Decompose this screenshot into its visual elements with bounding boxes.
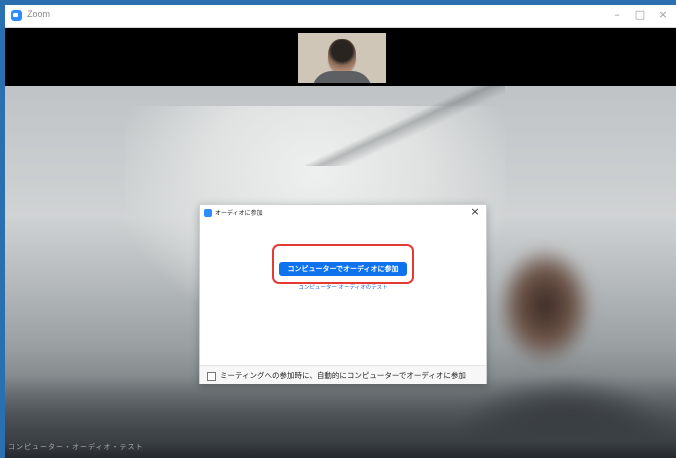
window-title: Zoom xyxy=(27,9,51,19)
participant-head xyxy=(328,39,356,73)
minimize-button[interactable]: – xyxy=(607,7,627,23)
title-bar: Zoom – □ × xyxy=(5,5,676,28)
test-computer-audio-link[interactable]: コンピューター オーディオのテスト xyxy=(200,283,486,291)
overlay-caption: コンピューター・オーディオ・テスト xyxy=(8,443,144,451)
dialog-footer: ミーティングへの参加時に、自動的にコンピューターでオーディオに参加 xyxy=(200,365,486,384)
zoom-dialog-icon xyxy=(204,209,212,217)
join-audio-dialog: オーディオに参加 × コンピューターでオーディオに参加 コンピューター オーディ… xyxy=(199,204,487,384)
participant-shoulders xyxy=(312,71,372,83)
participant-video-thumbnail[interactable] xyxy=(298,33,386,83)
close-window-button[interactable]: × xyxy=(653,7,673,23)
close-icon[interactable]: × xyxy=(468,205,482,219)
participant-strip xyxy=(5,28,676,86)
auto-join-audio-label[interactable]: ミーティングへの参加時に、自動的にコンピューターでオーディオに参加 xyxy=(220,370,466,381)
maximize-button[interactable]: □ xyxy=(630,7,650,23)
zoom-app-icon xyxy=(11,10,22,21)
background-ceiling xyxy=(305,86,505,166)
join-computer-audio-button[interactable]: コンピューターでオーディオに参加 xyxy=(279,262,407,276)
auto-join-audio-checkbox[interactable] xyxy=(207,372,216,381)
dialog-title: オーディオに参加 xyxy=(215,210,263,217)
